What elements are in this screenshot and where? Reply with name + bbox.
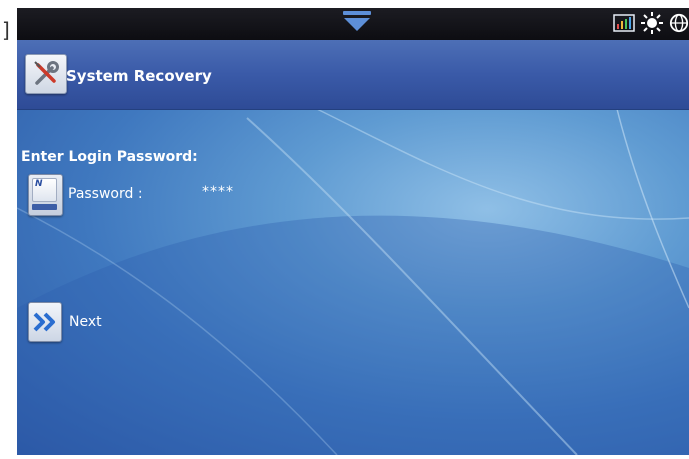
triangle-down-icon[interactable] <box>342 10 372 32</box>
password-field[interactable]: **** <box>202 184 234 200</box>
signal-bars-icon[interactable] <box>613 14 635 32</box>
page-title: System Recovery <box>66 67 212 85</box>
title-bar: System Recovery <box>17 40 689 110</box>
keyboard-icon: N <box>32 178 57 202</box>
next-button[interactable] <box>28 302 62 342</box>
status-icons <box>613 10 689 36</box>
double-chevron-right-icon <box>33 312 55 332</box>
edge-bracket: ] <box>2 18 10 42</box>
login-prompt: Enter Login Password: <box>21 149 198 165</box>
keyboard-icon-letter: N <box>35 179 43 189</box>
tools-button[interactable] <box>25 54 67 94</box>
password-label[interactable]: Password : <box>68 186 143 202</box>
globe-icon[interactable] <box>669 12 689 34</box>
wrench-screwdriver-icon <box>34 61 59 85</box>
brightness-sun-icon[interactable] <box>641 12 663 34</box>
keyboard-icon-base <box>32 204 57 210</box>
keyboard-button[interactable]: N <box>28 174 63 216</box>
next-label[interactable]: Next <box>69 314 102 330</box>
status-bar <box>17 8 689 40</box>
device-screen: System Recovery Enter Login Password: N … <box>17 8 689 455</box>
